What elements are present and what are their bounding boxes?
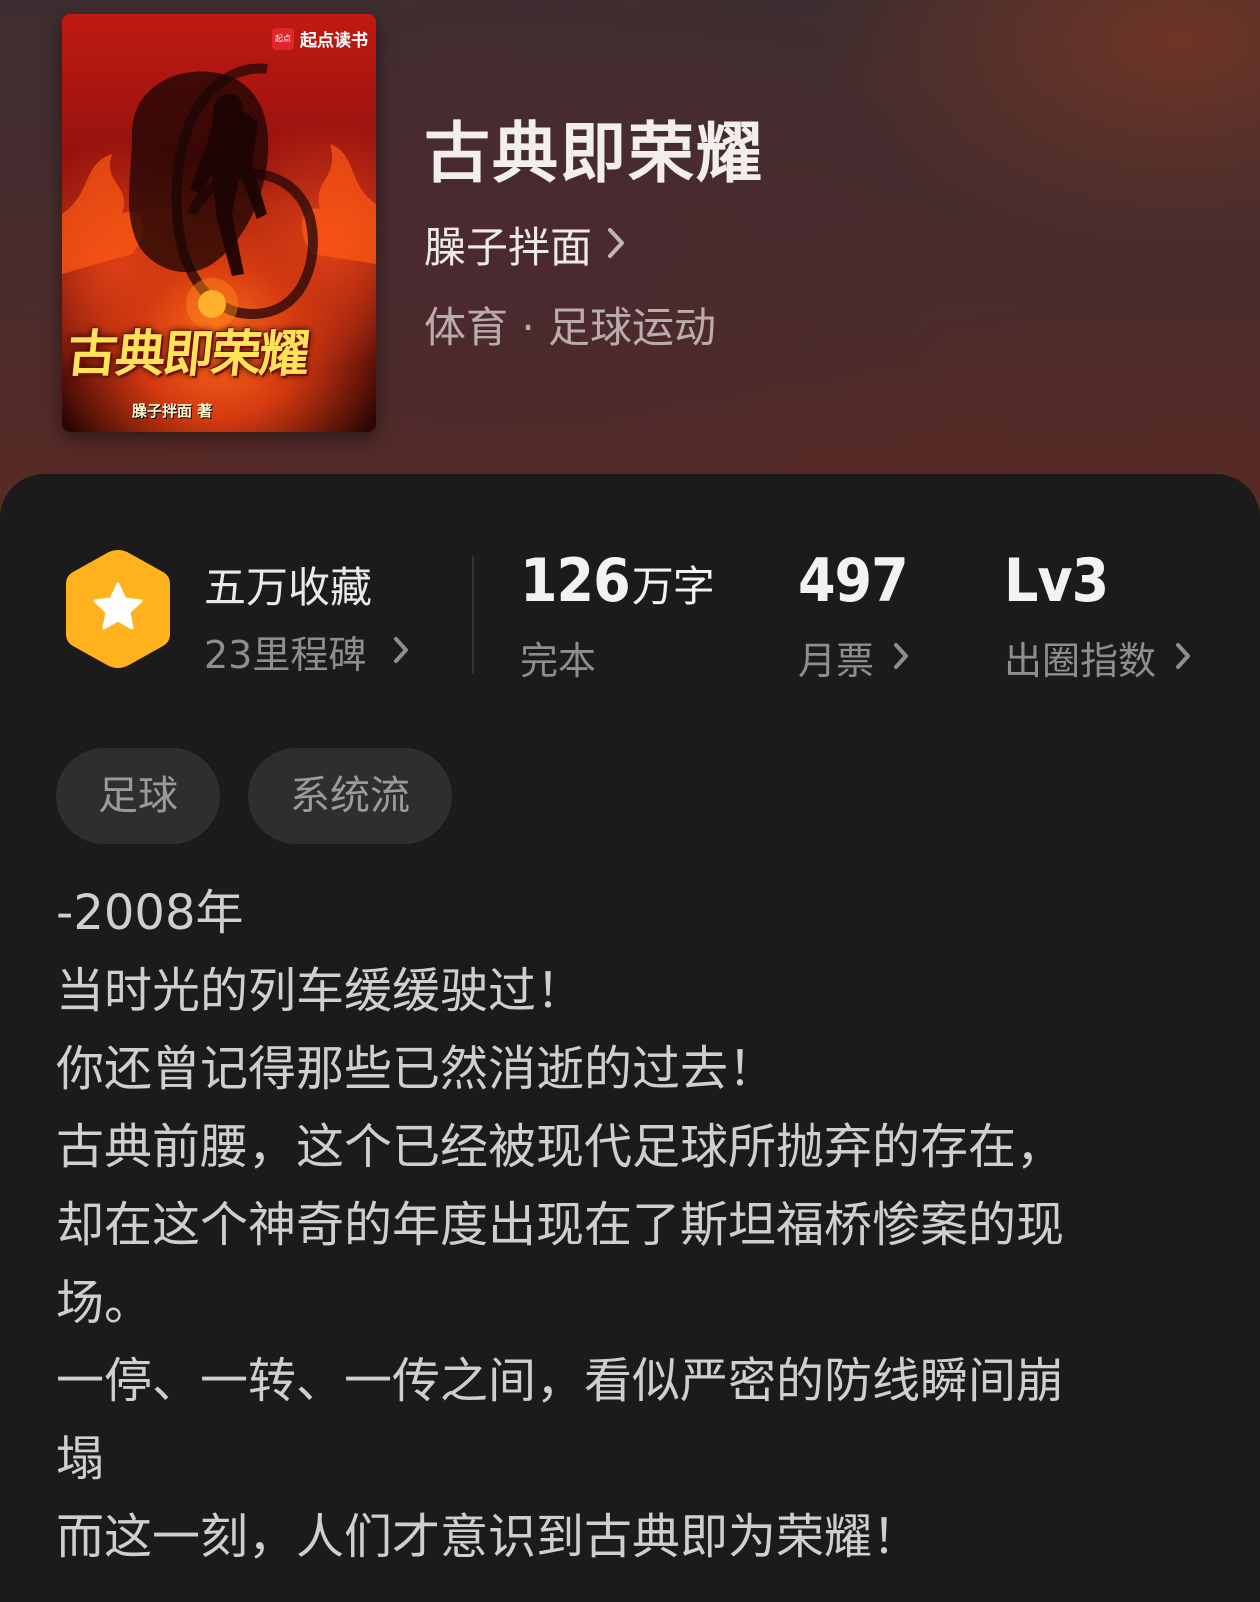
word-count-stat: 126 万字 完本 [520,546,715,685]
description-line: -2008年 [56,885,244,941]
description-line: 却在这个神奇的年度出现在了斯坦福桥惨案的现 [56,1197,1065,1253]
tag-list: 足球 系统流 [56,748,452,844]
chevron-right-icon [392,630,410,674]
description-line: 一停、一转、一传之间，看似严密的防线瞬间崩 [56,1353,1065,1409]
description-line: 场。 [56,1275,153,1331]
milestones-link[interactable]: 23里程碑 [204,624,410,679]
stats-divider [472,556,474,674]
publisher-name: 起点读书 [300,31,368,51]
stats-row: 五万收藏 23里程碑 126 万字 完本 497 月票 Lv3 出圈指数 [0,546,1260,686]
author-name: 臊子拌面 [424,223,593,272]
description-line: 你还曾记得那些已然消逝的过去！ [56,1041,777,1097]
tag-football[interactable]: 足球 [56,748,220,844]
monthly-votes-value: 497 [798,546,909,616]
description-line: 古典前腰，这个已经被现代足球所抛弃的存在， [56,1119,1065,1175]
popularity-label: 出圈指数 [1004,639,1157,683]
book-info-panel: 五万收藏 23里程碑 126 万字 完本 497 月票 Lv3 出圈指数 足球 … [0,474,1260,1602]
popularity-stat[interactable]: Lv3 出圈指数 [1004,546,1192,685]
tag-system-flow[interactable]: 系统流 [248,748,452,844]
cover-publisher: 起点 起点读书 [272,26,368,51]
word-count-value: 126 [520,546,631,616]
popularity-value: Lv3 [1004,546,1109,616]
chevron-right-icon [606,226,626,264]
chevron-right-icon [892,636,910,680]
chevron-right-icon [1174,636,1192,680]
favorites-title[interactable]: 五万收藏 [204,554,372,615]
monthly-votes-label: 月票 [798,639,875,683]
book-title: 古典即荣耀 [424,114,764,192]
word-count-unit: 万字 [631,562,715,611]
publisher-logo-icon: 起点 [272,27,294,50]
monthly-votes-stat[interactable]: 497 月票 [798,546,910,685]
book-description[interactable]: -2008年 当时光的列车缓缓驶过！ 你还曾记得那些已然消逝的过去！ 古典前腰，… [56,874,1216,1576]
description-line: 而这一刻，人们才意识到古典即为荣耀！ [56,1509,921,1565]
book-cover[interactable]: 起点 起点读书 古典即荣耀 臊子拌面 著 [62,14,376,432]
description-line: 当时光的列车缓缓驶过！ [56,963,585,1019]
book-detail-page: 起点 起点读书 古典即荣耀 臊子拌面 著 古典即荣耀 臊子拌面 体育 · 足球运… [0,0,1260,1602]
book-category[interactable]: 体育 · 足球运动 [424,294,716,355]
cover-title: 古典即荣耀 [64,324,311,383]
star-hexagon-badge-icon[interactable] [62,546,174,672]
completion-status: 完本 [520,639,597,683]
book-header: 起点 起点读书 古典即荣耀 臊子拌面 著 古典即荣耀 臊子拌面 体育 · 足球运… [0,0,1260,520]
description-line: 塌 [56,1431,105,1487]
author-link[interactable]: 臊子拌面 [424,214,626,275]
milestones-label: 23里程碑 [204,633,367,677]
cover-author-credit: 臊子拌面 著 [132,402,213,420]
